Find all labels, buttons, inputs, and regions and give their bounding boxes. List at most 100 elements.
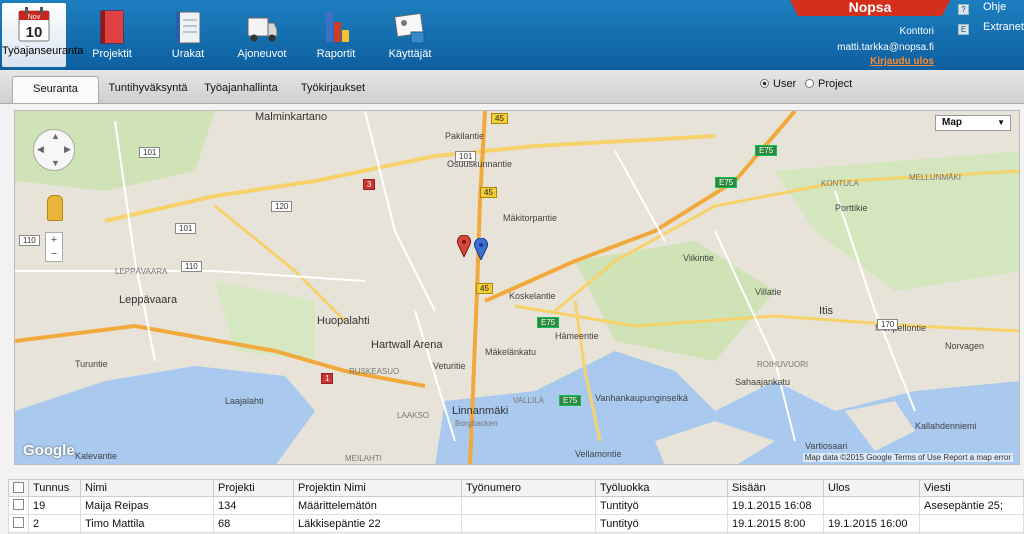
street-label: Hämeentie bbox=[555, 331, 599, 341]
column-header[interactable]: Sisään bbox=[727, 479, 824, 497]
id-card-icon bbox=[394, 12, 425, 44]
radio-label: User bbox=[773, 78, 797, 90]
route-shield: 1 bbox=[321, 373, 334, 384]
table-cell: Määrittelemätön bbox=[293, 496, 462, 515]
pan-control[interactable]: ▲ ▼ ◀ ▶ bbox=[33, 129, 75, 171]
select-all-checkbox[interactable] bbox=[13, 481, 24, 493]
help-icon: ? bbox=[958, 4, 969, 15]
route-shield: 3 bbox=[363, 179, 376, 190]
route-shield: E75 bbox=[559, 395, 582, 406]
tab-tyoajanhallinta[interactable]: Työajanhallinta bbox=[198, 76, 284, 103]
nav-urakat[interactable]: Urakat bbox=[156, 6, 220, 66]
route-shield: 110 bbox=[19, 235, 40, 246]
route-shield: E75 bbox=[715, 177, 738, 188]
column-header[interactable]: Viesti bbox=[919, 479, 1024, 497]
tracking-table: Tunnus Nimi Projekti Projektin Nimi Työn… bbox=[8, 479, 1024, 533]
table-row[interactable]: 2 Timo Mattila 68 Läkkisepäntie 22 Tunti… bbox=[8, 514, 1024, 533]
pan-left-icon: ◀ bbox=[37, 144, 44, 154]
nav-kayttajat[interactable]: Käyttäjät bbox=[378, 6, 442, 66]
radio-label: Project bbox=[818, 78, 853, 90]
place-label: Malminkartano bbox=[255, 111, 328, 123]
row-select-cell[interactable] bbox=[8, 514, 29, 533]
column-header[interactable]: Projektin Nimi bbox=[293, 479, 462, 497]
nav-tyoajanseuranta[interactable]: Nov 10 Työajanseuranta bbox=[2, 3, 83, 67]
district-label: VALLILA bbox=[513, 396, 544, 405]
column-header[interactable]: Työnumero bbox=[461, 479, 596, 497]
place-label: Linnanmäki bbox=[452, 405, 509, 417]
radio-user[interactable]: User bbox=[760, 78, 796, 90]
map-marker-blue-icon[interactable] bbox=[474, 238, 488, 260]
bar-chart-icon bbox=[326, 12, 349, 42]
column-header[interactable]: Nimi bbox=[80, 479, 214, 497]
table-cell: Läkkisepäntie 22 bbox=[293, 514, 462, 533]
table-cell: 19.1.2015 16:00 bbox=[823, 514, 920, 533]
map-marker-red-icon[interactable] bbox=[457, 235, 471, 257]
nav-projektit[interactable]: Projektit bbox=[80, 6, 144, 66]
street-label: Sahaajankatu bbox=[735, 377, 791, 387]
street-label: Villatie bbox=[755, 287, 782, 297]
map-attribution[interactable]: Map data ©2015 Google Terms of Use Repor… bbox=[802, 453, 1013, 462]
table-cell: Tuntityö bbox=[595, 496, 728, 515]
help-link[interactable]: ? Ohje bbox=[958, 1, 1006, 15]
radio-dot bbox=[760, 79, 769, 88]
nav-label: Käyttäjät bbox=[388, 48, 432, 60]
radio-project[interactable]: Project bbox=[805, 78, 852, 90]
map-view[interactable]: Map ▼ ▲ ▼ ◀ ▶ + − Malminkartano Leppävaar… bbox=[14, 110, 1020, 465]
table-row[interactable]: 19 Maija Reipas 134 Määrittelemätön Tunt… bbox=[8, 496, 1024, 515]
table-cell: 19 bbox=[28, 496, 81, 515]
zoom-in-icon[interactable]: + bbox=[46, 233, 62, 247]
table-header-row: Tunnus Nimi Projekti Projektin Nimi Työn… bbox=[8, 479, 1024, 497]
street-label: Kalevantie bbox=[75, 451, 118, 461]
column-header[interactable]: Projekti bbox=[213, 479, 294, 497]
column-header[interactable]: Työluokka bbox=[595, 479, 728, 497]
zoom-control[interactable]: + − bbox=[45, 232, 63, 262]
pan-right-icon: ▶ bbox=[64, 144, 71, 154]
route-shield: 110 bbox=[181, 261, 202, 272]
district-label: LEPPÄVAARA bbox=[115, 267, 168, 276]
row-checkbox[interactable] bbox=[13, 517, 24, 528]
zoom-out-icon[interactable]: − bbox=[46, 247, 62, 261]
select-all-header[interactable] bbox=[8, 479, 29, 497]
table-cell: 134 bbox=[213, 496, 294, 515]
street-label: Porttikie bbox=[835, 203, 868, 213]
nav-raportit[interactable]: Raportit bbox=[304, 6, 368, 66]
tab-seuranta[interactable]: Seuranta bbox=[12, 76, 99, 103]
nav-ajoneuvot[interactable]: Ajoneuvot bbox=[230, 6, 294, 66]
column-header[interactable]: Ulos bbox=[823, 479, 920, 497]
folder-icon bbox=[100, 10, 124, 44]
help-label: Ohje bbox=[983, 1, 1007, 13]
logout-link[interactable]: Kirjaudu ulos bbox=[870, 56, 934, 67]
district-label: Borgbacken bbox=[455, 419, 498, 428]
extranet-label: Extranet bbox=[983, 21, 1024, 33]
nav-label: Ajoneuvot bbox=[237, 48, 287, 60]
street-label: Norvagen bbox=[945, 341, 985, 351]
tab-tuntihyvaksynta[interactable]: Tuntihyväksyntä bbox=[104, 76, 192, 103]
district-label: LAAKSO bbox=[397, 411, 430, 420]
place-label: Huopalahti bbox=[317, 315, 370, 327]
route-shield: E75 bbox=[537, 317, 560, 328]
table-cell: 19.1.2015 8:00 bbox=[727, 514, 824, 533]
calendar-day: 10 bbox=[26, 24, 43, 41]
column-header[interactable]: Tunnus bbox=[28, 479, 81, 497]
street-view-pegman-icon[interactable] bbox=[47, 195, 63, 221]
route-shield: 101 bbox=[139, 147, 161, 158]
row-checkbox[interactable] bbox=[13, 499, 24, 510]
place-label: Itis bbox=[819, 305, 834, 317]
office-name: Konttori bbox=[899, 26, 934, 37]
calendar-icon: Nov 10 bbox=[18, 7, 50, 42]
extranet-link[interactable]: E Extranet bbox=[958, 21, 1024, 35]
row-select-cell[interactable] bbox=[8, 496, 29, 515]
district-label: MELLUNMÄKI bbox=[909, 173, 962, 182]
table-cell bbox=[919, 514, 1024, 533]
table-cell: Asesepäntie 25; bbox=[919, 496, 1024, 515]
route-shield: 45 bbox=[480, 187, 497, 198]
street-label: Mäkelänkatu bbox=[485, 347, 537, 357]
place-label: Laajalahti bbox=[225, 396, 264, 406]
map-type-dropdown[interactable]: Map ▼ bbox=[935, 115, 1011, 131]
table-cell: Tuntityö bbox=[595, 514, 728, 533]
street-label: Kallahdenniemi bbox=[915, 421, 977, 431]
brand-logo: Nopsa bbox=[790, 0, 950, 16]
tab-tyokirjaukset[interactable]: Työkirjaukset bbox=[292, 76, 374, 103]
table-cell bbox=[461, 514, 596, 533]
tab-bar: Seuranta Tuntihyväksyntä Työajanhallinta… bbox=[0, 70, 1024, 104]
